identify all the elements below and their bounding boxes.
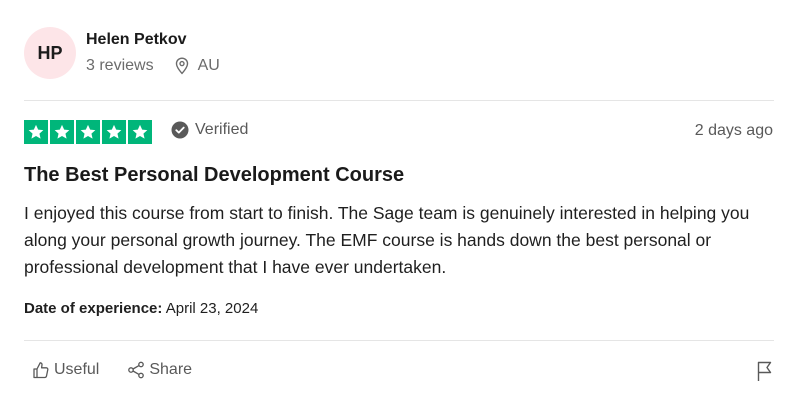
verified-label: Verified bbox=[195, 121, 249, 138]
star-icon bbox=[76, 120, 100, 144]
star-icon bbox=[50, 120, 74, 144]
star-icon bbox=[102, 120, 126, 144]
experience-date: April 23, 2024 bbox=[165, 300, 259, 317]
share-button[interactable]: Share bbox=[127, 361, 192, 379]
header-divider bbox=[24, 100, 774, 101]
reviewer-avatar[interactable]: HP bbox=[24, 27, 76, 79]
location-label: AU bbox=[197, 57, 220, 74]
report-button[interactable] bbox=[756, 360, 774, 387]
star-icon bbox=[24, 120, 48, 144]
star-rating bbox=[24, 120, 152, 144]
review-count: 3 reviews bbox=[86, 57, 154, 74]
review-title[interactable]: The Best Personal Development Course bbox=[24, 164, 404, 187]
date-of-experience: Date of experience: April 23, 2024 bbox=[24, 300, 258, 317]
verified-badge[interactable]: Verified bbox=[171, 121, 248, 139]
star-icon bbox=[128, 120, 152, 144]
verified-check-icon bbox=[171, 121, 189, 139]
review-body: I enjoyed this course from start to fini… bbox=[24, 203, 750, 277]
share-icon bbox=[128, 361, 145, 379]
useful-button[interactable]: Useful bbox=[32, 361, 99, 379]
review-actions: Useful Share bbox=[32, 361, 192, 379]
reviewer-name[interactable]: Helen Petkov bbox=[86, 31, 186, 49]
share-label: Share bbox=[149, 361, 193, 378]
footer-divider bbox=[24, 340, 774, 341]
reviewer-meta: 3 reviews AU bbox=[86, 57, 220, 75]
useful-label: Useful bbox=[54, 361, 100, 378]
reviewer-location: AU bbox=[174, 57, 220, 75]
flag-icon bbox=[757, 361, 772, 381]
thumbs-up-icon bbox=[33, 362, 49, 379]
location-pin-icon bbox=[175, 57, 188, 75]
experience-label: Date of experience: bbox=[24, 300, 163, 317]
review-posted-date: 2 days ago bbox=[694, 122, 773, 139]
